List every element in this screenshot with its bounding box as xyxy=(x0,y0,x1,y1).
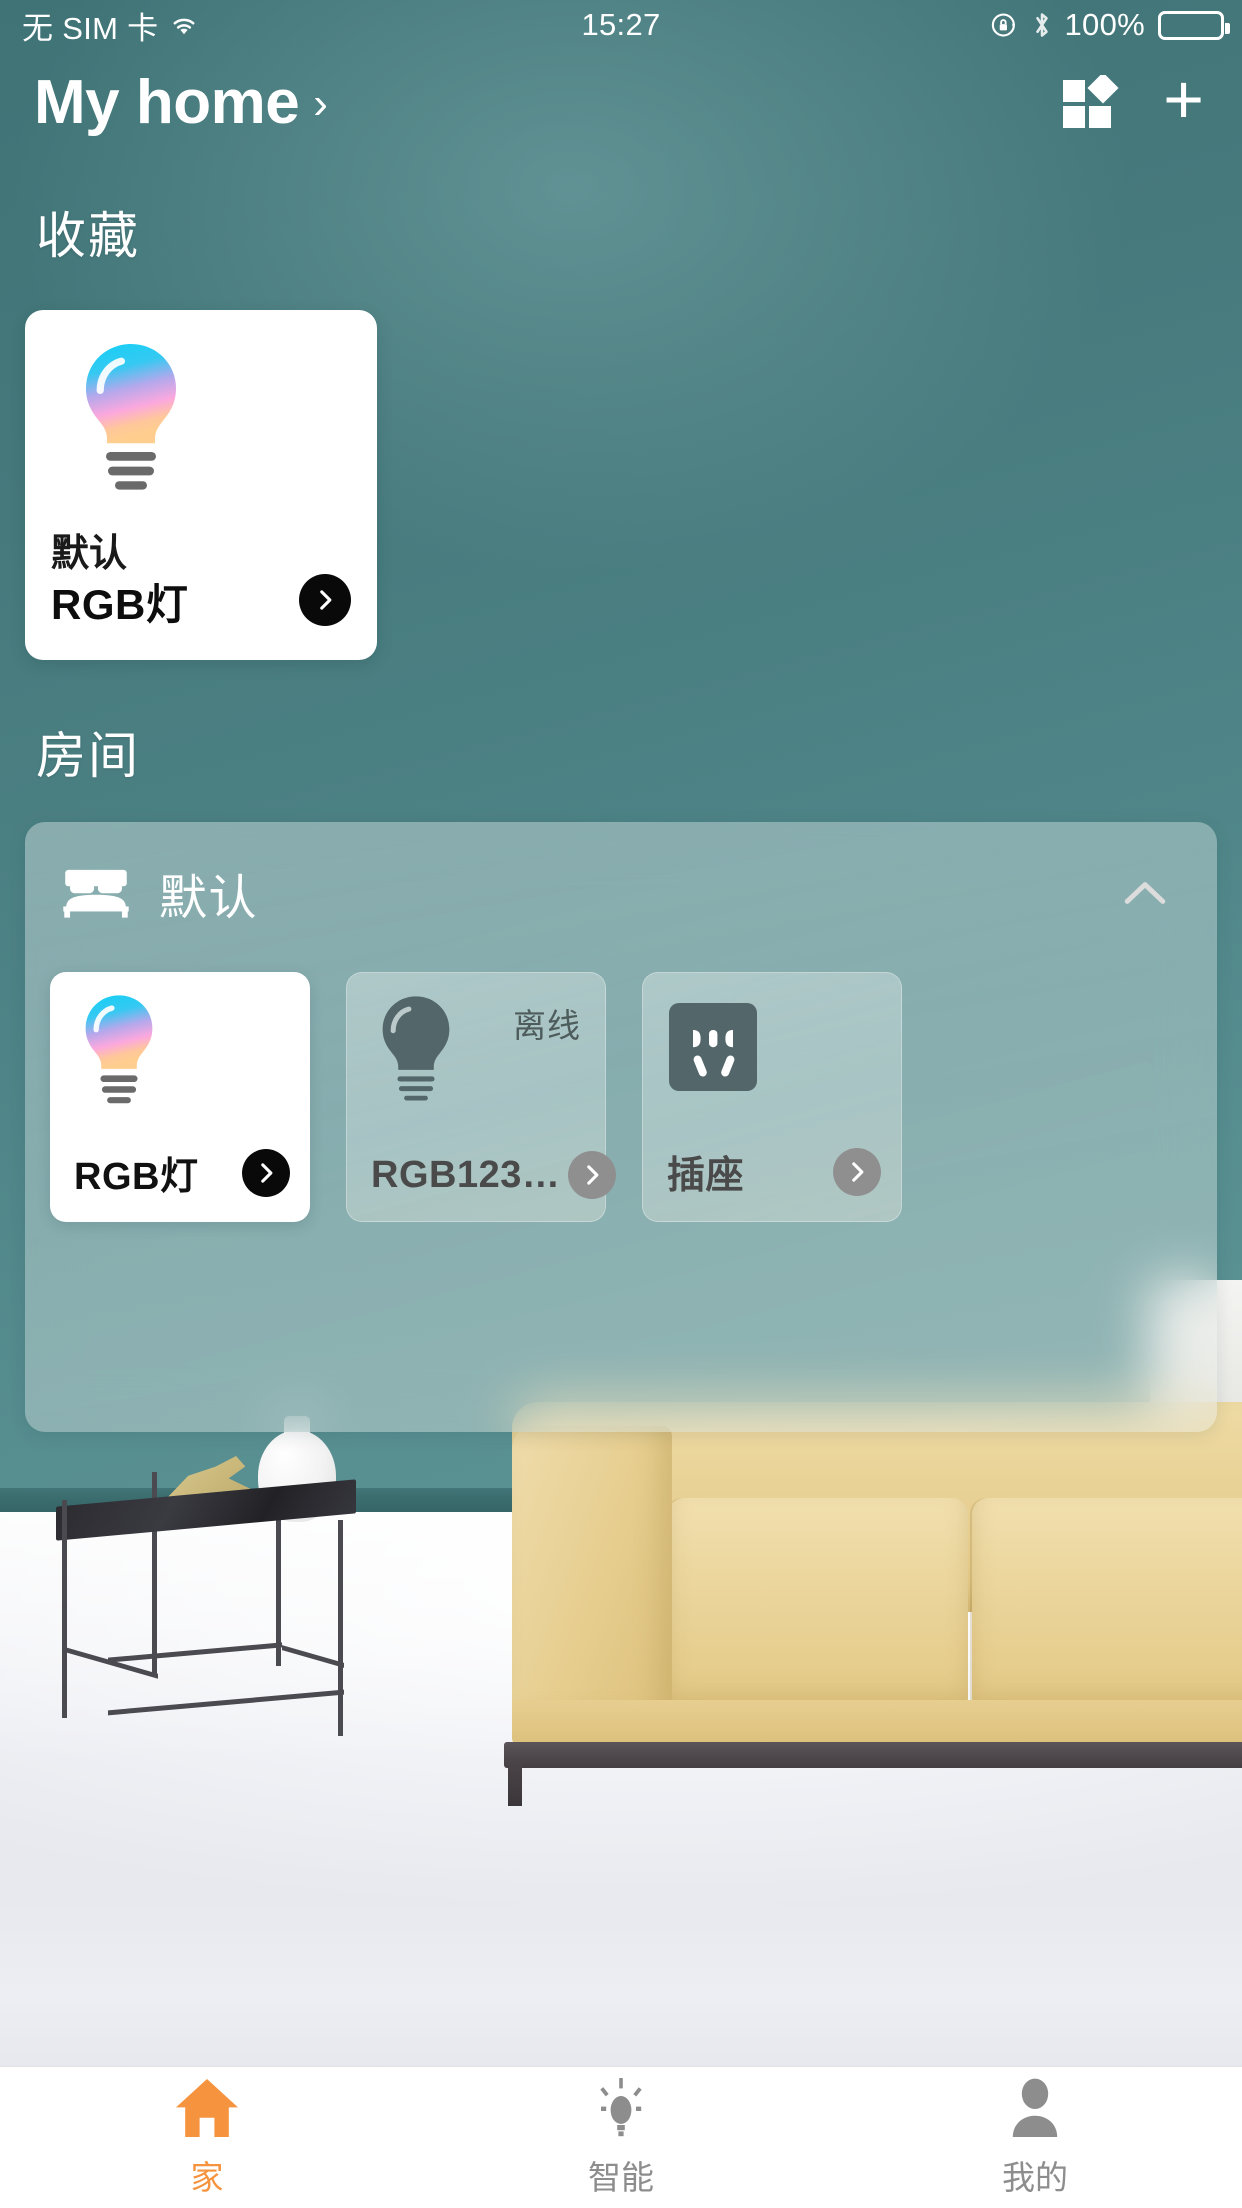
tab-mine-label: 我的 xyxy=(1002,2158,1068,2196)
color-bulb-icon xyxy=(73,340,189,495)
tab-smart[interactable]: 智能 xyxy=(414,2067,828,2208)
tab-smart-label: 智能 xyxy=(588,2158,654,2196)
home-selector[interactable]: My home › xyxy=(34,67,328,138)
table-leg xyxy=(338,1520,343,1736)
sofa-cushion xyxy=(668,1498,968,1708)
chevron-up-icon xyxy=(1124,882,1166,904)
chevron-right-icon xyxy=(587,1165,599,1185)
favorites-section-title: 收藏 xyxy=(36,208,140,264)
room-panel-default: 默认 RGB灯 离线 RGB123… 插座 xyxy=(25,822,1217,1432)
grid-layout-icon[interactable] xyxy=(1063,75,1119,129)
sofa-frame xyxy=(504,1742,1242,1768)
battery-full-icon xyxy=(1158,10,1230,40)
device-tile-rgb123[interactable]: 离线 RGB123… xyxy=(346,972,617,1222)
home-name-label: My home xyxy=(34,67,300,137)
device-status-badge: 离线 xyxy=(513,1007,581,1044)
bulb-offline-icon xyxy=(373,993,459,1110)
chevron-right-icon xyxy=(261,1162,273,1183)
chevron-right-icon xyxy=(320,590,332,610)
bed-icon xyxy=(63,869,129,918)
color-bulb-icon xyxy=(76,992,162,1109)
device-open-button[interactable] xyxy=(833,1147,881,1196)
home-icon xyxy=(176,2078,238,2137)
device-name-label: 插座 xyxy=(667,1155,745,1197)
room-collapse-button[interactable] xyxy=(1115,863,1175,923)
device-tile-list: RGB灯 离线 RGB123… 插座 xyxy=(50,972,902,1222)
bulb-icon xyxy=(600,2077,642,2136)
device-name-label: RGB灯 xyxy=(74,1156,199,1198)
chevron-right-icon xyxy=(852,1161,864,1182)
tab-mine[interactable]: 我的 xyxy=(828,2067,1242,2208)
status-bar: 无 SIM 卡 15:27 100% xyxy=(0,0,1242,50)
chevron-right-icon: › xyxy=(313,79,328,128)
device-name-label: RGB123… xyxy=(371,1153,561,1196)
tab-home-label: 家 xyxy=(190,2158,224,2196)
device-tile-rgb-light[interactable]: RGB灯 xyxy=(50,972,310,1222)
sofa-cushion xyxy=(972,1498,1242,1708)
rooms-section-title: 房间 xyxy=(36,728,140,784)
favorite-room-label: 默认 xyxy=(51,532,128,575)
clock: 15:27 xyxy=(581,7,661,42)
sofa-skirt xyxy=(512,1700,1242,1746)
sofa-armrest xyxy=(512,1426,672,1716)
person-icon xyxy=(1012,2078,1058,2137)
device-tile-socket[interactable]: 插座 xyxy=(642,972,902,1222)
room-panel-header[interactable]: 默认 xyxy=(25,822,1217,964)
device-open-button[interactable] xyxy=(568,1151,617,1199)
sofa-leg xyxy=(508,1762,522,1806)
device-open-button[interactable] xyxy=(242,1148,290,1197)
add-device-button[interactable]: + xyxy=(1163,64,1204,134)
favorite-device-card[interactable]: 默认 RGB灯 xyxy=(25,310,377,660)
favorite-open-button[interactable] xyxy=(299,574,351,626)
room-name-label: 默认 xyxy=(159,872,259,925)
tab-home[interactable]: 家 xyxy=(0,2067,414,2208)
app-header: My home › + xyxy=(0,52,1242,152)
bottom-fade xyxy=(0,1900,1242,2072)
socket-icon xyxy=(669,1003,757,1096)
favorite-device-label: RGB灯 xyxy=(51,581,189,629)
bottom-tab-bar: 家 智能 我的 xyxy=(0,2066,1242,2208)
table-leg xyxy=(62,1500,67,1718)
